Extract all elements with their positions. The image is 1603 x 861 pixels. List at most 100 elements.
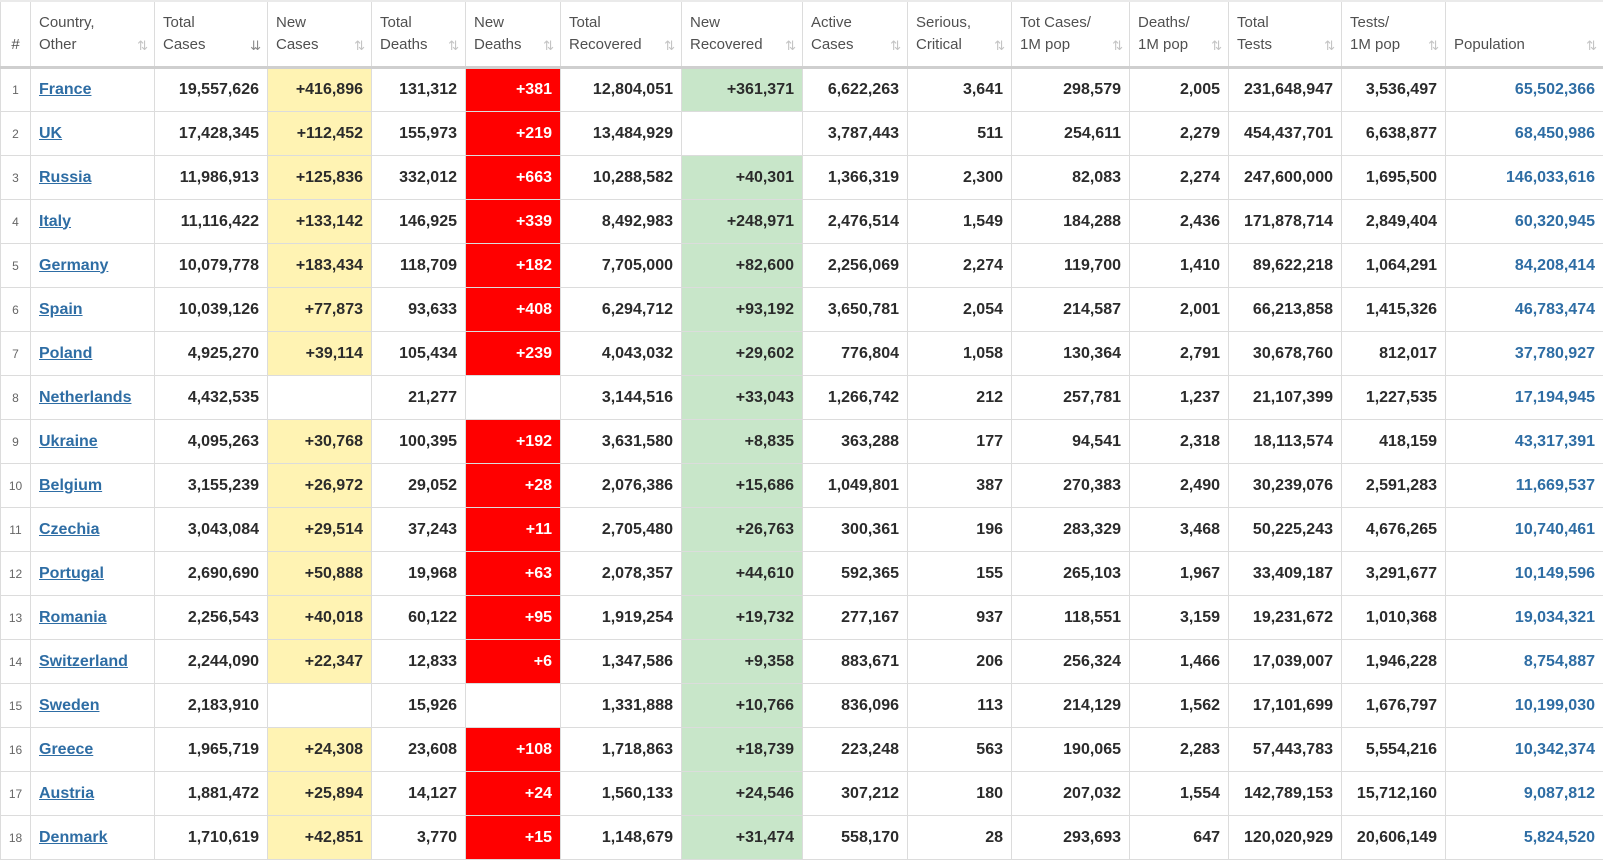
country-link[interactable]: Russia [39,169,91,186]
sort-arrows-icon[interactable]: ⇅ [785,39,796,54]
sort-arrows-icon[interactable]: ⇅ [1211,39,1222,54]
header-country[interactable]: Country, Other ⇅ [30,0,155,69]
country-link[interactable]: Austria [39,785,94,802]
country-link[interactable]: Sweden [39,697,99,714]
cases-per-million-cell: 184,288 [1011,199,1130,244]
new-deaths-cell [465,683,561,728]
new-cases-cell [267,683,372,728]
total-deaths-cell: 12,833 [371,639,466,684]
header-idx[interactable]: # [0,0,31,69]
header-new-deaths[interactable]: New Deaths ⇅ [465,0,561,69]
header-active-cases[interactable]: Active Cases ⇅ [802,0,908,69]
new-recovered-cell: +8,835 [681,419,803,464]
new-deaths-cell: +24 [465,771,561,816]
total-deaths-cell: 15,926 [371,683,466,728]
header-total-recovered[interactable]: Total Recovered ⇅ [560,0,682,69]
active-cases-cell: 883,671 [802,639,908,684]
country-link[interactable]: Spain [39,301,83,318]
country-link[interactable]: Portugal [39,565,104,582]
active-cases-cell: 3,650,781 [802,287,908,332]
country-link[interactable]: Denmark [39,829,107,846]
total-cases-cell: 4,925,270 [154,331,268,376]
total-tests-cell: 17,101,699 [1228,683,1342,728]
country-link[interactable]: Ukraine [39,433,98,450]
population-cell: 60,320,945 [1445,199,1603,244]
header-population[interactable]: Population ⇅ [1445,0,1603,69]
cases-per-million-cell: 190,065 [1011,727,1130,772]
sort-arrows-icon[interactable]: ⇅ [890,39,901,54]
country-link[interactable]: Greece [39,741,93,758]
header-serious-critical[interactable]: Serious, Critical ⇅ [907,0,1012,69]
total-deaths-cell: 100,395 [371,419,466,464]
country-cell: Czechia [30,507,155,552]
header-tests-per-million[interactable]: Tests/ 1M pop ⇅ [1341,0,1446,69]
country-link[interactable]: Italy [39,213,71,230]
country-link[interactable]: Romania [39,609,107,626]
sort-arrows-icon[interactable]: ⇅ [1586,39,1597,54]
cases-per-million-cell: 298,579 [1011,67,1130,112]
country-link[interactable]: UK [39,125,62,142]
sort-arrows-icon[interactable]: ⇅ [664,39,675,54]
country-link[interactable]: Germany [39,257,108,274]
new-cases-cell: +39,114 [267,331,372,376]
header-total-cases[interactable]: Total Cases ⇊ [154,0,268,69]
country-link[interactable]: Czechia [39,521,99,538]
header-total-deaths[interactable]: Total Deaths ⇅ [371,0,466,69]
sort-arrows-icon[interactable]: ⇅ [1428,39,1439,54]
serious-critical-cell: 511 [907,111,1012,156]
new-recovered-cell: +31,474 [681,815,803,860]
country-link[interactable]: Poland [39,345,92,362]
new-recovered-cell: +93,192 [681,287,803,332]
table-row: 18 Denmark 1,710,619 +42,851 3,770 +15 1,148,6… [0,815,1603,860]
new-deaths-cell: +219 [465,111,561,156]
total-tests-cell: 57,443,783 [1228,727,1342,772]
new-recovered-cell: +44,610 [681,551,803,596]
total-tests-cell: 231,648,947 [1228,67,1342,112]
active-cases-cell: 558,170 [802,815,908,860]
header-new-recovered[interactable]: New Recovered ⇅ [681,0,803,69]
header-cases-per-million[interactable]: Tot Cases/ 1M pop ⇅ [1011,0,1130,69]
sort-arrows-icon[interactable]: ⇅ [1324,39,1335,54]
active-cases-cell: 776,804 [802,331,908,376]
country-cell: Sweden [30,683,155,728]
country-cell: Switzerland [30,639,155,684]
sort-arrows-icon[interactable]: ⇅ [137,39,148,54]
country-cell: Greece [30,727,155,772]
sort-desc-icon[interactable]: ⇊ [250,39,261,54]
country-cell: Ukraine [30,419,155,464]
active-cases-cell: 836,096 [802,683,908,728]
total-tests-cell: 66,213,858 [1228,287,1342,332]
country-link[interactable]: France [39,81,91,98]
table-row: 2 UK 17,428,345 +112,452 155,973 +219 13,484,9… [0,111,1603,156]
sort-arrows-icon[interactable]: ⇅ [994,39,1005,54]
active-cases-cell: 1,266,742 [802,375,908,420]
tests-per-million-cell: 15,712,160 [1341,771,1446,816]
country-link[interactable]: Belgium [39,477,102,494]
cases-per-million-cell: 293,693 [1011,815,1130,860]
row-index: 5 [0,243,31,288]
total-tests-cell: 21,107,399 [1228,375,1342,420]
total-cases-cell: 19,557,626 [154,67,268,112]
country-link[interactable]: Netherlands [39,389,131,406]
header-new-cases[interactable]: New Cases ⇅ [267,0,372,69]
sort-arrows-icon[interactable]: ⇅ [354,39,365,54]
table-row: 11 Czechia 3,043,084 +29,514 37,243 +11 2,705,… [0,507,1603,552]
total-deaths-cell: 14,127 [371,771,466,816]
header-total-tests[interactable]: Total Tests ⇅ [1228,0,1342,69]
sort-arrows-icon[interactable]: ⇅ [448,39,459,54]
sort-arrows-icon[interactable]: ⇅ [1112,39,1123,54]
population-cell: 68,450,986 [1445,111,1603,156]
cases-per-million-cell: 130,364 [1011,331,1130,376]
sort-arrows-icon[interactable]: ⇅ [543,39,554,54]
serious-critical-cell: 2,274 [907,243,1012,288]
tests-per-million-cell: 1,010,368 [1341,595,1446,640]
deaths-per-million-cell: 2,001 [1129,287,1229,332]
population-cell: 10,740,461 [1445,507,1603,552]
serious-critical-cell: 180 [907,771,1012,816]
serious-critical-cell: 155 [907,551,1012,596]
row-index: 11 [0,507,31,552]
total-recovered-cell: 3,631,580 [560,419,682,464]
header-deaths-per-million[interactable]: Deaths/ 1M pop ⇅ [1129,0,1229,69]
country-link[interactable]: Switzerland [39,653,128,670]
tests-per-million-cell: 812,017 [1341,331,1446,376]
